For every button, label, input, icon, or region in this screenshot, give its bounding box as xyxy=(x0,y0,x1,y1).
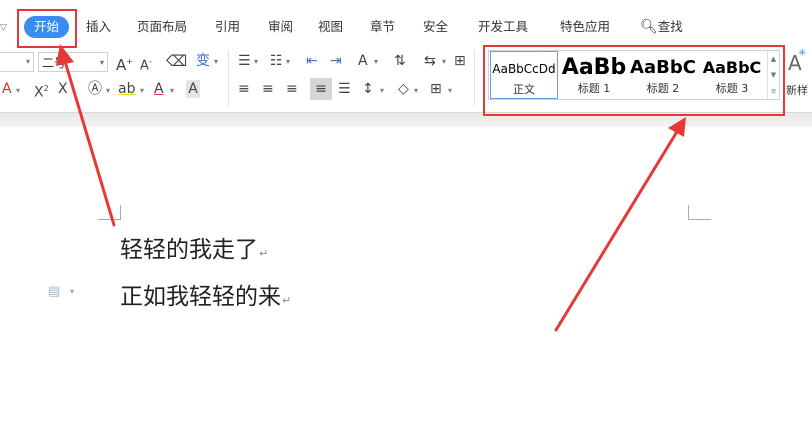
new-style-label: 新样 xyxy=(786,84,808,97)
tab-developer-tools[interactable]: 开发工具 xyxy=(478,16,528,38)
highlight-icon[interactable]: ab xyxy=(118,80,135,98)
chevron-down-icon[interactable]: ▾ xyxy=(214,57,218,66)
line-spacing-icon[interactable]: ↕ xyxy=(362,80,374,98)
paragraph-mark-icon: ↵ xyxy=(282,294,292,307)
tab-review[interactable]: 审阅 xyxy=(268,16,293,38)
margin-corner-top-left xyxy=(98,205,121,220)
chevron-down-icon: ▾ xyxy=(25,57,30,66)
document-page[interactable]: 轻轻的我走了↵ 正如我轻轻的来↵ xyxy=(0,127,812,426)
chevron-down-icon[interactable]: ▾ xyxy=(448,86,452,95)
table-insert-icon[interactable]: ⊞ xyxy=(454,52,466,70)
tab-view[interactable]: 视图 xyxy=(318,16,343,38)
sort-icon[interactable]: ⇅ xyxy=(394,52,406,70)
chevron-down-icon[interactable]: ▾ xyxy=(106,86,110,95)
align-center-icon[interactable]: ≡ xyxy=(262,80,274,98)
paragraph-mark-icon: ↵ xyxy=(259,247,269,260)
chevron-down-icon[interactable]: ▾ xyxy=(170,86,174,95)
tab-references[interactable]: 引用 xyxy=(215,16,240,38)
font-color-icon[interactable]: A xyxy=(154,80,164,98)
shrink-font-icon[interactable]: A- xyxy=(140,53,152,73)
bullet-list-icon[interactable]: ☰ xyxy=(238,52,251,70)
shading-icon[interactable]: ◇ xyxy=(398,80,409,98)
subscript-icon[interactable]: X xyxy=(58,80,68,98)
separator xyxy=(474,50,475,106)
font-size-dropdown[interactable]: 二号 ▾ xyxy=(38,52,108,72)
chinese-layout-icon[interactable]: A xyxy=(358,52,368,70)
tab-insert[interactable]: 插入 xyxy=(86,16,111,38)
tab-security[interactable]: 安全 xyxy=(423,16,448,38)
font-size-value: 二号 xyxy=(42,56,67,70)
chevron-down-icon[interactable]: ▾ xyxy=(140,86,144,95)
grow-font-icon[interactable]: A+ xyxy=(116,53,133,74)
chevron-down-icon[interactable]: ▾ xyxy=(442,57,446,66)
tab-chapter[interactable]: 章节 xyxy=(370,16,395,38)
increase-indent-icon[interactable]: ⇥ xyxy=(330,52,342,70)
paragraph-layout-icon[interactable]: ▤ xyxy=(48,284,60,299)
superscript-icon[interactable]: X2 xyxy=(34,80,49,101)
phonetic-icon[interactable]: 变 xyxy=(196,52,210,70)
strikethrough-icon[interactable]: A xyxy=(2,80,12,98)
tab-page-layout[interactable]: 页面布局 xyxy=(137,16,187,38)
line-text: 轻轻的我走了 xyxy=(120,237,258,263)
document-line[interactable]: 轻轻的我走了↵ xyxy=(120,230,268,264)
margin-corner-top-right xyxy=(688,205,711,220)
align-left-icon[interactable]: ≡ xyxy=(238,80,250,98)
chevron-down-icon[interactable]: ▾ xyxy=(380,86,384,95)
tab-special-apps[interactable]: 特色应用 xyxy=(560,16,610,38)
border-icon[interactable]: ⊞ xyxy=(430,80,442,98)
search-icon: 🔍︎ xyxy=(640,19,658,35)
distribute-icon[interactable]: ☰ xyxy=(338,80,351,98)
collapse-chevron-icon[interactable]: ▽ xyxy=(0,23,7,33)
chevron-down-icon[interactable]: ▾ xyxy=(254,57,258,66)
chevron-down-icon[interactable]: ▾ xyxy=(374,57,378,66)
chevron-down-icon[interactable]: ▾ xyxy=(16,86,20,95)
char-shading-icon[interactable]: A xyxy=(186,80,200,98)
chevron-down-icon[interactable]: ▾ xyxy=(70,287,74,296)
chevron-down-icon[interactable]: ▾ xyxy=(286,57,290,66)
highlight-box-home-tab xyxy=(17,9,77,48)
chevron-down-icon[interactable]: ▾ xyxy=(414,86,418,95)
numbered-list-icon[interactable]: ☷ xyxy=(270,52,283,70)
new-style-button[interactable]: A ✳ 新样 xyxy=(786,48,812,97)
chevron-down-icon: ▾ xyxy=(99,58,104,67)
sparkle-icon: ✳ xyxy=(798,48,807,59)
document-line[interactable]: 正如我轻轻的来↵ xyxy=(120,277,291,311)
justify-icon[interactable]: ≡ xyxy=(310,78,332,100)
search-label: 查找 xyxy=(657,19,683,34)
highlight-box-styles-gallery xyxy=(483,45,785,116)
separator xyxy=(228,50,229,106)
text-effect-icon[interactable]: Ⓐ xyxy=(88,80,102,98)
menu-bar: ▽ 开始 插入 页面布局 引用 审阅 视图 章节 安全 开发工具 特色应用 🔍︎… xyxy=(0,0,812,44)
eraser-icon[interactable]: ⌫ xyxy=(166,52,187,70)
line-text: 正如我轻轻的来 xyxy=(120,284,281,310)
show-hide-marks-icon[interactable]: ⇆ xyxy=(424,52,436,70)
align-right-icon[interactable]: ≡ xyxy=(286,80,298,98)
decrease-indent-icon[interactable]: ⇤ xyxy=(306,52,318,70)
search-button[interactable]: 🔍︎查找 xyxy=(640,16,683,38)
font-name-dropdown[interactable]: ▾ xyxy=(0,52,34,72)
